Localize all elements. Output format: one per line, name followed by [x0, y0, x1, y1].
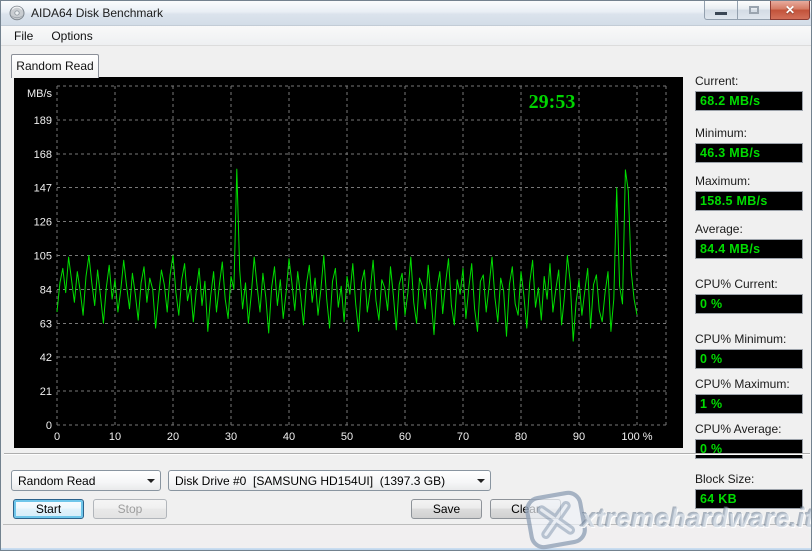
x-tick-label: 60 [399, 431, 411, 443]
x-tick-label: 20 [167, 431, 179, 443]
maximize-icon [749, 6, 759, 14]
x-tick-label: 0 [54, 431, 60, 443]
stat-block-size: Block Size: 64 KB [695, 472, 803, 509]
drive-value: Disk Drive #0 [SAMSUNG HD154UI] (1397.3 … [169, 474, 472, 488]
y-tick-label: 42 [40, 352, 52, 364]
y-tick-label: 126 [34, 217, 52, 229]
menu-item-options[interactable]: Options [42, 26, 101, 45]
clear-button[interactable]: Clear [490, 499, 561, 519]
x-tick-label: 30 [225, 431, 237, 443]
menu-bar: File Options [1, 26, 811, 46]
status-bar [3, 524, 809, 548]
stat-average: Average: 84.4 MB/s [695, 222, 803, 259]
chevron-down-icon [142, 479, 160, 483]
stat-label: Minimum: [695, 126, 803, 141]
benchmark-type-select[interactable]: Random Read [11, 470, 161, 491]
stat-label: Maximum: [695, 174, 803, 189]
menu-item-file[interactable]: File [5, 26, 42, 45]
tab-random-read[interactable]: Random Read [11, 54, 99, 78]
y-tick-label: 84 [40, 284, 52, 296]
y-tick-label: 168 [34, 149, 52, 161]
stop-button[interactable]: Stop [93, 499, 167, 519]
stat-value: 158.5 MB/s [695, 191, 803, 211]
x-tick-label: 10 [109, 431, 121, 443]
stat-value: 84.4 MB/s [695, 239, 803, 259]
x-tick-label: 80 [515, 431, 527, 443]
stat-cpu-minimum: CPU% Minimum: 0 % [695, 332, 803, 369]
title-bar[interactable]: AIDA64 Disk Benchmark ✕ [1, 1, 811, 26]
start-button[interactable]: Start [13, 499, 84, 519]
stat-current: Current: 68.2 MB/s [695, 74, 803, 111]
save-button[interactable]: Save [411, 499, 482, 519]
stats-panel: Current: 68.2 MB/s Minimum: 46.3 MB/s Ma… [695, 71, 803, 509]
stat-label: CPU% Maximum: [695, 377, 803, 392]
stat-value: 0 % [695, 439, 803, 459]
stat-value: 0 % [695, 349, 803, 369]
disk-icon [9, 5, 25, 21]
chevron-down-icon [472, 479, 490, 483]
stat-cpu-maximum: CPU% Maximum: 1 % [695, 377, 803, 414]
stat-maximum: Maximum: 158.5 MB/s [695, 174, 803, 211]
y-tick-label: 147 [34, 183, 52, 195]
stat-label: CPU% Current: [695, 277, 803, 292]
x-tick-label: 50 [341, 431, 353, 443]
stat-value: 1 % [695, 394, 803, 414]
x-tick-label: 100 % [621, 431, 652, 443]
benchmark-chart-panel: MB/s 189 168 147 126 105 84 63 42 21 00 10 20 30 40 50 6… [14, 77, 683, 448]
benchmark-type-value: Random Read [12, 474, 142, 488]
y-tick-label: 105 [34, 251, 52, 263]
stat-value: 46.3 MB/s [695, 143, 803, 163]
stat-label: Current: [695, 74, 803, 89]
stat-value: 68.2 MB/s [695, 91, 803, 111]
maximize-button[interactable] [738, 1, 770, 20]
separator-line [4, 453, 810, 455]
x-tick-label: 40 [283, 431, 295, 443]
stat-label: CPU% Minimum: [695, 332, 803, 347]
elapsed-timer: 29:53 [529, 91, 576, 113]
drive-select[interactable]: Disk Drive #0 [SAMSUNG HD154UI] (1397.3 … [168, 470, 491, 491]
x-tick-label: 90 [573, 431, 585, 443]
minimize-icon [715, 12, 727, 15]
window-title: AIDA64 Disk Benchmark [31, 1, 163, 25]
y-tick-label: 63 [40, 318, 52, 330]
stat-value: 64 KB [695, 489, 803, 509]
stat-label: Average: [695, 222, 803, 237]
stat-label: CPU% Average: [695, 422, 803, 437]
close-button[interactable]: ✕ [770, 1, 810, 20]
minimize-button[interactable] [704, 1, 738, 20]
stat-value: 0 % [695, 294, 803, 314]
x-tick-label: 70 [457, 431, 469, 443]
app-window: AIDA64 Disk Benchmark ✕ File Options Ran… [0, 0, 812, 551]
y-axis-unit-label: MB/s [27, 88, 53, 100]
stat-minimum: Minimum: 46.3 MB/s [695, 126, 803, 163]
y-tick-label: 189 [34, 115, 52, 127]
stat-cpu-current: CPU% Current: 0 % [695, 277, 803, 314]
close-icon: ✕ [785, 3, 795, 17]
y-tick-label: 21 [40, 386, 52, 398]
stat-label: Block Size: [695, 472, 803, 487]
y-tick-label: 0 [46, 420, 52, 432]
benchmark-chart: MB/s 189 168 147 126 105 84 63 42 21 00 10 20 30 40 50 6… [14, 77, 683, 448]
